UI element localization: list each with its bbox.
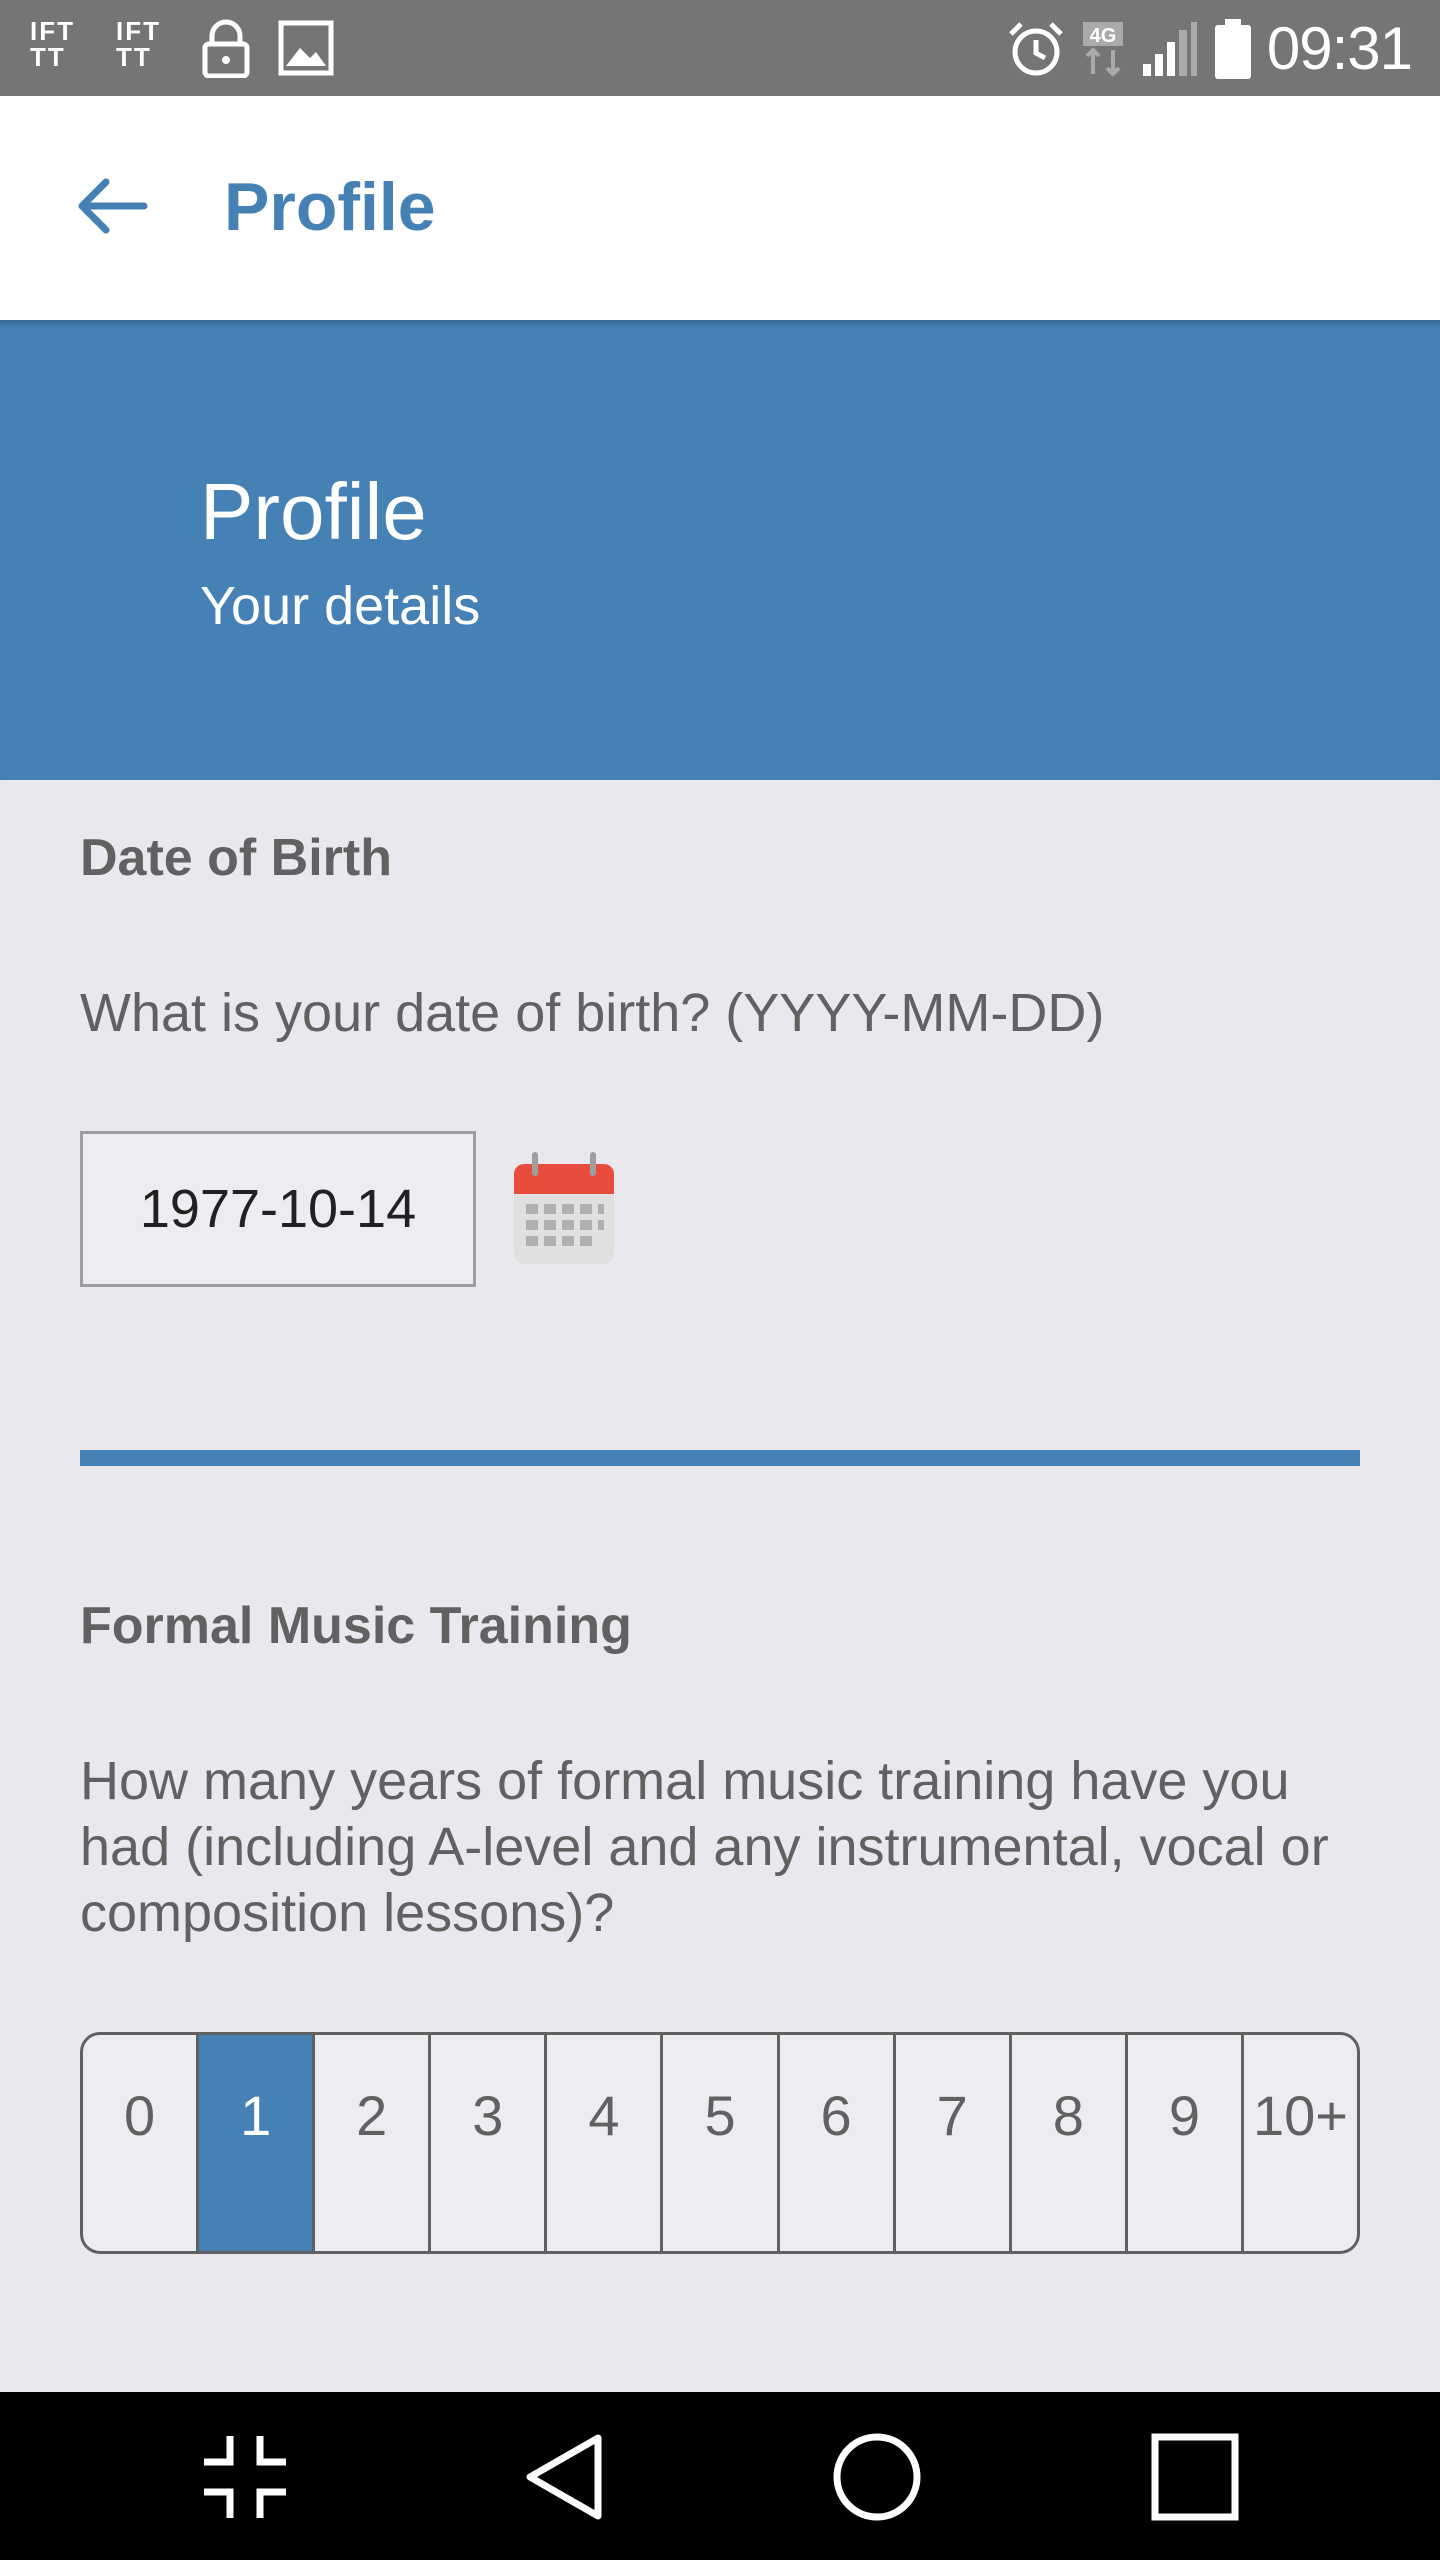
- years-option-2[interactable]: 2: [315, 2035, 432, 2251]
- header-title: Profile: [200, 467, 427, 556]
- music-question: How many years of formal music training …: [80, 1751, 1329, 1943]
- section-divider: [80, 1450, 1360, 1466]
- clock: 09:31: [1266, 15, 1413, 82]
- years-option-10plus[interactable]: 10+: [1244, 2035, 1357, 2251]
- signal-icon: [1141, 20, 1199, 78]
- years-option-7[interactable]: 7: [896, 2035, 1012, 2251]
- recents-nav-icon[interactable]: [1150, 2432, 1240, 2522]
- app-toolbar: Profile: [0, 96, 1440, 320]
- image-icon: [278, 20, 334, 76]
- lock-icon: [202, 18, 250, 78]
- years-option-9[interactable]: 9: [1128, 2035, 1244, 2251]
- years-option-1[interactable]: 1: [199, 2035, 316, 2251]
- years-option-4[interactable]: 4: [547, 2035, 664, 2251]
- years-option-5[interactable]: 5: [663, 2035, 780, 2251]
- collapse-icon[interactable]: [200, 2432, 290, 2522]
- years-scale: 0 1 2 3 4 5 6 7 8 9 10+: [80, 2032, 1360, 2254]
- header-subtitle: Your details: [200, 576, 481, 636]
- navigation-bar: [0, 2392, 1440, 2560]
- back-nav-icon[interactable]: [520, 2432, 610, 2522]
- ifttt-icon: IFT TT: [116, 16, 161, 72]
- calendar-icon[interactable]: [512, 1150, 616, 1266]
- status-bar: IFT TT IFT TT 4G 09:31: [0, 0, 1440, 96]
- years-option-8[interactable]: 8: [1012, 2035, 1128, 2251]
- dob-question: What is your date of birth? (YYYY-MM-DD): [80, 983, 1105, 1043]
- years-option-3[interactable]: 3: [431, 2035, 548, 2251]
- music-section-label: Formal Music Training: [80, 1597, 632, 1655]
- ifttt-icon: IFT TT: [30, 16, 75, 72]
- profile-header: Profile Your details: [0, 320, 1440, 780]
- dob-section-label: Date of Birth: [80, 829, 392, 887]
- dob-input[interactable]: 1977-10-14: [80, 1131, 476, 1287]
- battery-icon: [1214, 18, 1251, 79]
- svg-text:4G: 4G: [1090, 25, 1117, 47]
- toolbar-title: Profile: [224, 169, 436, 245]
- network-4g-icon: 4G: [1081, 20, 1125, 78]
- years-option-0[interactable]: 0: [83, 2035, 200, 2251]
- home-nav-icon[interactable]: [832, 2432, 922, 2522]
- alarm-icon: [1007, 20, 1065, 78]
- years-option-6[interactable]: 6: [780, 2035, 896, 2251]
- back-arrow-icon[interactable]: [72, 166, 152, 246]
